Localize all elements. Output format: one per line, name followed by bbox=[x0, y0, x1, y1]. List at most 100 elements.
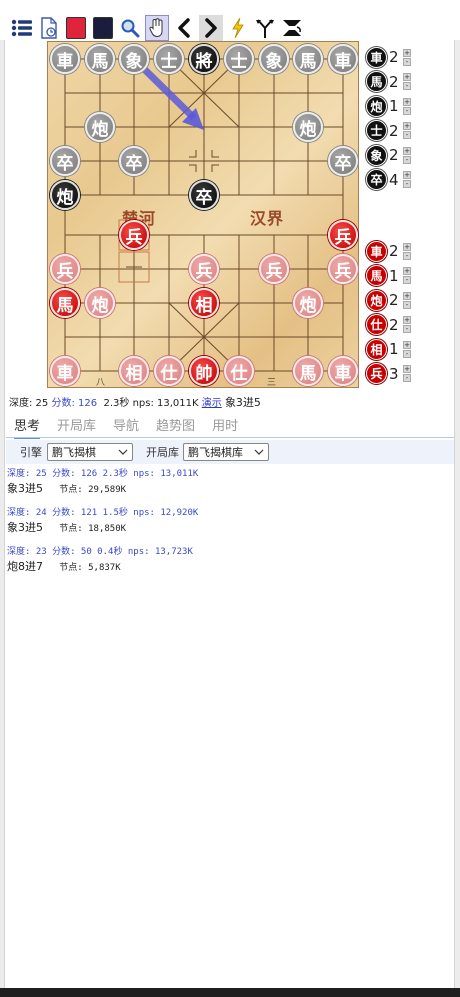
increment-button[interactable]: + bbox=[403, 146, 411, 155]
xiangqi-piece[interactable]: 卒 bbox=[189, 180, 219, 210]
piece-count: 2 bbox=[389, 72, 399, 91]
xiangqi-piece[interactable]: 馬 bbox=[293, 44, 323, 74]
piece-type-icon: 馬 bbox=[366, 265, 387, 286]
decrement-button[interactable]: - bbox=[403, 180, 411, 188]
piece-count-row: 兵 3 + - bbox=[366, 363, 416, 385]
increment-button[interactable]: + bbox=[403, 48, 411, 57]
analysis-line[interactable]: 深度: 25 分数: 126 2.3秒 nps: 13,011K 象3进5 节点… bbox=[7, 466, 198, 496]
demo-link[interactable]: 演示 bbox=[202, 398, 222, 409]
xiangqi-piece[interactable]: 卒 bbox=[50, 146, 80, 176]
increment-button[interactable]: + bbox=[403, 73, 411, 81]
xiangqi-piece[interactable]: 馬 bbox=[50, 288, 80, 318]
suggested-move-arrow bbox=[136, 61, 204, 130]
xiangqi-piece[interactable]: 兵 bbox=[189, 254, 219, 284]
xiangqi-piece[interactable]: 炮 bbox=[85, 112, 115, 142]
piece-count-row: 士 2 + - bbox=[366, 120, 416, 142]
tab-opening-book[interactable]: 开局库 bbox=[57, 415, 96, 439]
xiangqi-piece[interactable]: 帥 bbox=[189, 356, 219, 386]
decrement-button[interactable]: - bbox=[403, 374, 411, 382]
xiangqi-piece[interactable]: 士 bbox=[154, 44, 184, 74]
search-icon[interactable] bbox=[118, 15, 142, 41]
xiangqi-piece[interactable]: 車 bbox=[50, 44, 80, 74]
tab-trend-chart[interactable]: 趋势图 bbox=[156, 415, 195, 439]
decrement-button[interactable]: - bbox=[403, 325, 411, 333]
piece-type-icon: 馬 bbox=[366, 71, 387, 92]
xiangqi-piece[interactable]: 象 bbox=[119, 44, 149, 74]
decrement-button[interactable]: - bbox=[403, 106, 411, 115]
hand-tool-icon[interactable] bbox=[145, 15, 169, 41]
decrement-button[interactable]: - bbox=[403, 57, 411, 66]
document-icon[interactable] bbox=[37, 15, 61, 41]
increment-button[interactable]: + bbox=[403, 365, 411, 373]
file-label-eight: 八 bbox=[96, 378, 106, 388]
analysis-line[interactable]: 深度: 24 分数: 121 1.5秒 nps: 12,920K 象3进5 节点… bbox=[7, 505, 198, 535]
decrement-button[interactable]: - bbox=[403, 155, 411, 164]
xiangqi-piece[interactable]: 士 bbox=[224, 44, 254, 74]
analysis-line-move: 炮8进7 bbox=[7, 560, 43, 573]
increment-button[interactable]: + bbox=[403, 316, 411, 324]
xiangqi-piece[interactable]: 馬 bbox=[293, 356, 323, 386]
opening-book-label: 开局库 bbox=[146, 446, 179, 459]
file-label-three: 三 bbox=[267, 378, 277, 388]
piece-count-row: 相 1 + - bbox=[366, 338, 416, 360]
increment-button[interactable]: + bbox=[403, 97, 411, 106]
increment-button[interactable]: + bbox=[403, 267, 411, 275]
xiangqi-piece[interactable]: 車 bbox=[328, 356, 358, 386]
analysis-status-line: 深度: 25 分数: 126 2.3秒 nps: 13,011K 演示 象3进5 bbox=[9, 394, 261, 410]
xiangqi-piece[interactable]: 將 bbox=[189, 44, 219, 74]
decrement-button[interactable]: - bbox=[403, 300, 411, 309]
decrement-button[interactable]: - bbox=[403, 349, 411, 358]
increment-button[interactable]: + bbox=[403, 242, 411, 251]
increment-button[interactable]: + bbox=[403, 122, 411, 130]
tab-time-usage[interactable]: 用时 bbox=[212, 415, 238, 439]
tab-divider bbox=[6, 437, 454, 438]
analysis-line[interactable]: 深度: 23 分数: 50 0.4秒 nps: 13,723K 炮8进7 节点:… bbox=[7, 544, 198, 574]
xiangqi-piece[interactable]: 炮 bbox=[85, 288, 115, 318]
decrement-button[interactable]: - bbox=[403, 82, 411, 90]
increment-button[interactable]: + bbox=[403, 171, 411, 179]
decrement-button[interactable]: - bbox=[403, 251, 411, 260]
list-icon[interactable] bbox=[10, 15, 34, 41]
chevron-right-icon[interactable] bbox=[199, 15, 223, 41]
xiangqi-piece[interactable]: 炮 bbox=[293, 288, 323, 318]
engine-select[interactable]: 鹏飞揭棋 bbox=[47, 443, 133, 461]
xiangqi-piece[interactable]: 車 bbox=[50, 356, 80, 386]
xiangqi-board[interactable]: 楚河 汉界 八 三 車馬象士將士象馬車炮炮卒卒卒炮卒兵兵兵兵兵兵馬炮相炮車相仕帥… bbox=[47, 41, 359, 388]
xiangqi-piece[interactable]: 卒 bbox=[328, 146, 358, 176]
flip-icon[interactable] bbox=[280, 15, 304, 41]
count-stepper: + - bbox=[403, 267, 411, 284]
tab-thinking[interactable]: 思考 bbox=[14, 415, 41, 439]
xiangqi-piece[interactable]: 卒 bbox=[119, 146, 149, 176]
piece-count: 4 bbox=[389, 170, 399, 189]
xiangqi-piece[interactable]: 象 bbox=[259, 44, 289, 74]
xiangqi-piece[interactable]: 相 bbox=[189, 288, 219, 318]
xiangqi-piece[interactable]: 兵 bbox=[50, 254, 80, 284]
xiangqi-piece[interactable]: 兵 bbox=[328, 220, 358, 250]
xiangqi-piece[interactable]: 仕 bbox=[224, 356, 254, 386]
xiangqi-piece[interactable]: 兵 bbox=[328, 254, 358, 284]
xiangqi-piece[interactable]: 炮 bbox=[293, 112, 323, 142]
count-stepper: + - bbox=[403, 146, 411, 164]
opening-book-select[interactable]: 鹏飞揭棋库 bbox=[183, 443, 269, 461]
xiangqi-piece[interactable]: 兵 bbox=[119, 220, 149, 250]
branch-icon[interactable] bbox=[253, 15, 277, 41]
increment-button[interactable]: + bbox=[403, 340, 411, 349]
tab-navigation[interactable]: 导航 bbox=[113, 415, 139, 439]
xiangqi-piece[interactable]: 相 bbox=[119, 356, 149, 386]
decrement-button[interactable]: - bbox=[403, 131, 411, 139]
increment-button[interactable]: + bbox=[403, 291, 411, 300]
decrement-button[interactable]: - bbox=[403, 276, 411, 284]
dark-color-swatch[interactable] bbox=[91, 15, 115, 41]
xiangqi-piece[interactable]: 仕 bbox=[154, 356, 184, 386]
xiangqi-piece[interactable]: 車 bbox=[328, 44, 358, 74]
xiangqi-piece[interactable]: 馬 bbox=[85, 44, 115, 74]
red-color-swatch[interactable] bbox=[64, 15, 88, 41]
piece-count: 2 bbox=[389, 291, 399, 309]
piece-type-icon: 炮 bbox=[366, 289, 387, 311]
count-stepper: + - bbox=[403, 340, 411, 358]
chevron-left-icon[interactable] bbox=[172, 15, 196, 41]
xiangqi-piece[interactable]: 兵 bbox=[259, 254, 289, 284]
lightning-icon[interactable] bbox=[226, 15, 250, 41]
xiangqi-piece[interactable]: 炮 bbox=[50, 180, 80, 210]
piece-type-icon: 車 bbox=[366, 46, 387, 68]
